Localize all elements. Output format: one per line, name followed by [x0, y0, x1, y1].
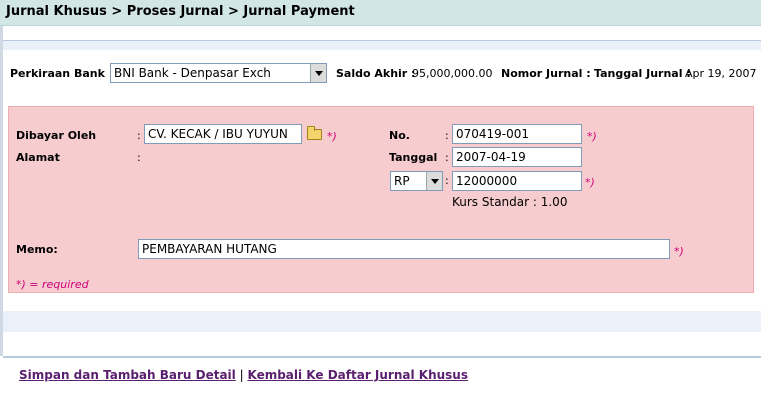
folder-icon[interactable]: [307, 126, 322, 140]
no-value: 070419-001: [456, 127, 530, 141]
divider: [3, 356, 761, 358]
header-band: [3, 41, 761, 50]
footer-band: [3, 311, 761, 332]
saldo-label: Saldo Akhir :: [336, 67, 416, 80]
colon: :: [137, 151, 141, 164]
memo-input[interactable]: PEMBAYARAN HUTANG: [138, 239, 670, 259]
required-mark: *): [327, 130, 337, 143]
tanggal-value: 2007-04-19: [456, 150, 526, 164]
no-input[interactable]: 070419-001: [452, 124, 582, 144]
tanggal-label: Tanggal: [389, 151, 438, 164]
dibayar-input[interactable]: CV. KECAK / IBU YUYUN: [144, 124, 302, 144]
bank-select[interactable]: BNI Bank - Denpasar Exch: [110, 63, 327, 83]
chevron-down-icon[interactable]: [426, 172, 442, 190]
saldo-value: 95,000,000.00: [412, 67, 493, 80]
back-to-list-link[interactable]: Kembali Ke Daftar Jurnal Khusus: [247, 368, 468, 382]
colon: :: [445, 129, 449, 142]
colon: :: [137, 129, 141, 142]
title-bar: Jurnal Khusus > Proses Jurnal > Jurnal P…: [0, 0, 761, 26]
save-and-add-detail-link[interactable]: Simpan dan Tambah Baru Detail: [19, 368, 236, 382]
page-title: Jurnal Khusus > Proses Jurnal > Jurnal P…: [6, 4, 355, 19]
tanggal-jurnal-value: Apr 19, 2007: [685, 67, 757, 80]
page: Jurnal Khusus > Proses Jurnal > Jurnal P…: [0, 0, 761, 400]
dibayar-value: CV. KECAK / IBU YUYUN: [148, 127, 288, 141]
bank-label: Perkiraan Bank :: [10, 67, 114, 80]
memo-value: PEMBAYARAN HUTANG: [142, 242, 277, 256]
alamat-label: Alamat: [16, 151, 60, 164]
required-note: *) = required: [16, 278, 89, 291]
tanggal-input[interactable]: 2007-04-19: [452, 147, 582, 167]
required-mark: *): [674, 245, 684, 258]
tanggal-jurnal-label: Tanggal Jurnal :: [594, 67, 691, 80]
colon: :: [445, 151, 449, 164]
amount-input[interactable]: 12000000: [452, 171, 582, 191]
currency-value: RP: [394, 174, 410, 188]
bank-row: Perkiraan Bank : BNI Bank - Denpasar Exc…: [10, 63, 761, 83]
frame-border: [0, 26, 3, 356]
required-mark: *): [585, 176, 595, 189]
kurs-standar: Kurs Standar : 1.00: [452, 195, 568, 209]
required-mark: *): [587, 130, 597, 143]
bank-select-value: BNI Bank - Denpasar Exch: [114, 66, 271, 80]
colon: :: [445, 174, 449, 187]
amount-value: 12000000: [456, 174, 518, 188]
action-links: Simpan dan Tambah Baru Detail | Kembali …: [19, 368, 468, 382]
no-label: No.: [389, 129, 410, 142]
nomor-jurnal-label: Nomor Jurnal :: [501, 67, 591, 80]
chevron-down-icon[interactable]: [310, 64, 326, 82]
link-separator: |: [239, 368, 244, 382]
dibayar-label: Dibayar Oleh: [16, 129, 97, 142]
payment-form: Dibayar Oleh : CV. KECAK / IBU YUYUN *) …: [8, 106, 754, 293]
currency-select[interactable]: RP: [390, 171, 443, 191]
memo-label: Memo:: [16, 243, 58, 256]
